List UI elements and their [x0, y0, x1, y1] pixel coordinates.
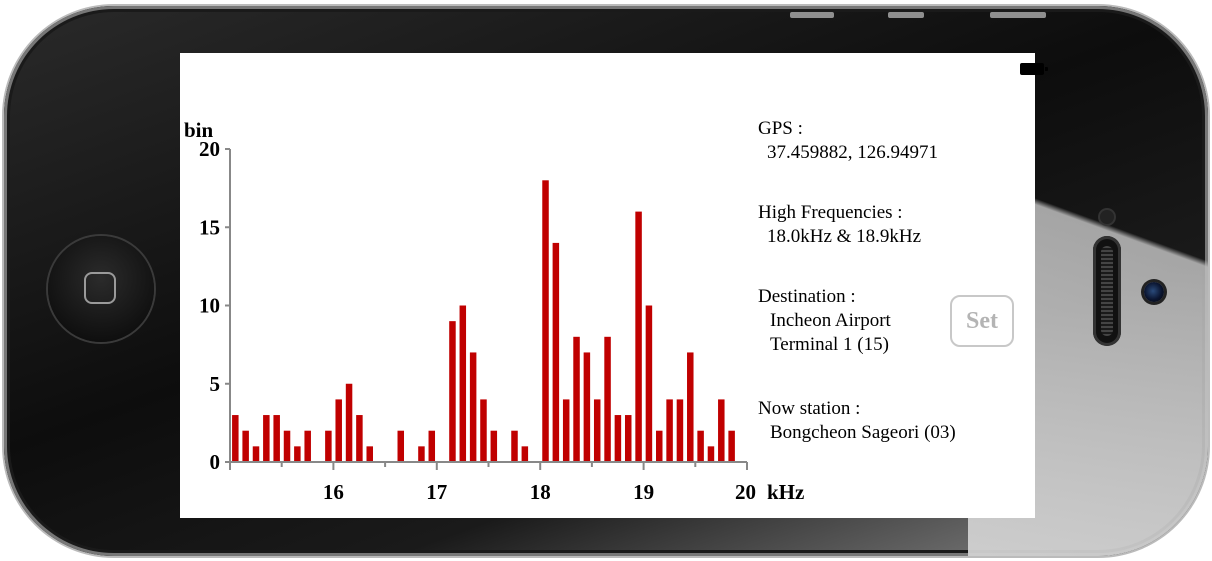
- histogram-bar: [542, 180, 549, 463]
- now-station-label: Now station :: [758, 398, 861, 419]
- app-screen: 0 5 10 15 20 16 17 18 19 20 bin kHz GPS : 37.459882…: [180, 53, 1048, 518]
- histogram-bar: [707, 446, 715, 462]
- histogram-bar: [676, 399, 684, 462]
- histogram-bar: [624, 415, 632, 462]
- histogram-bar: [511, 430, 518, 462]
- histogram-bar: [459, 305, 467, 462]
- frequency-value: 18.0kHz & 18.9kHz: [767, 226, 922, 247]
- gps-info: GPS : 37.459882, 126.94971: [758, 117, 938, 165]
- frequency-info: High Frequencies : 18.0kHz & 18.9kHz: [758, 201, 921, 249]
- front-camera: [1144, 282, 1164, 302]
- x-tick-label: 19: [633, 480, 654, 504]
- histogram-bar: [697, 430, 704, 462]
- now-station-value: Bongcheon Sageori (03): [770, 422, 956, 443]
- home-square-icon: [84, 272, 116, 304]
- histogram-bar: [397, 430, 405, 462]
- gps-value: 37.459882, 126.94971: [767, 142, 938, 163]
- histogram-bar: [335, 399, 342, 462]
- histogram-bar: [304, 430, 311, 462]
- frequency-label: High Frequencies :: [758, 202, 903, 223]
- now-station-info: Now station : Bongcheon Sageori (03): [758, 397, 956, 445]
- y-axis-label: bin: [184, 118, 214, 142]
- power-button: [990, 12, 1046, 18]
- histogram-bar: [283, 430, 291, 462]
- histogram-bar: [552, 242, 560, 462]
- frequency-histogram: 0510152016 17 18 19 20binkHz: [184, 118, 804, 504]
- x-tick-label: 17: [426, 480, 447, 504]
- histogram-bar: [573, 336, 580, 462]
- set-destination-button[interactable]: Set: [950, 295, 1014, 347]
- histogram-bar: [366, 446, 373, 462]
- x-tick-label: 16: [323, 480, 344, 504]
- histogram-bar: [345, 383, 353, 462]
- histogram-bar: [232, 415, 239, 462]
- proximity-sensor: [1100, 210, 1114, 224]
- histogram-bar: [325, 430, 332, 462]
- histogram-bar: [521, 446, 529, 462]
- histogram-bar: [604, 336, 611, 462]
- histogram-bar: [480, 399, 487, 462]
- histogram-bar: [687, 352, 694, 462]
- histogram-bar: [656, 430, 663, 462]
- y-tick-label: 15: [199, 215, 220, 239]
- histogram-bar: [635, 211, 642, 462]
- histogram-bar: [645, 305, 653, 462]
- volume-up-button: [790, 12, 834, 18]
- destination-line-1: Incheon Airport: [770, 310, 891, 331]
- histogram-bar: [252, 446, 260, 462]
- destination-info: Destination : Incheon Airport Terminal 1…: [758, 285, 891, 357]
- destination-line-2: Terminal 1 (15): [770, 334, 889, 355]
- histogram-bar: [294, 446, 301, 462]
- histogram-bar: [242, 430, 249, 462]
- x-tick-label: 18: [530, 480, 551, 504]
- histogram-bar: [593, 399, 601, 462]
- histogram-bar: [562, 399, 570, 462]
- histogram-bar: [718, 399, 725, 462]
- volume-down-button: [888, 12, 924, 18]
- histogram-bar: [418, 446, 425, 462]
- histogram-bar: [273, 415, 280, 462]
- x-axis-label: kHz: [767, 480, 804, 504]
- histogram-bar: [449, 321, 456, 462]
- histogram-bar: [666, 399, 673, 462]
- histogram-bar: [263, 415, 270, 462]
- histogram-bar: [583, 352, 591, 462]
- home-button[interactable]: [48, 236, 154, 342]
- y-tick-label: 5: [210, 372, 221, 396]
- gps-label: GPS :: [758, 118, 803, 139]
- histogram-bar: [614, 415, 622, 462]
- y-tick-label: 10: [199, 294, 220, 318]
- x-tick-label: 20: [735, 480, 756, 504]
- speaker-grille: [1093, 236, 1121, 346]
- destination-label: Destination :: [758, 286, 856, 307]
- histogram-bar: [490, 430, 498, 462]
- battery-full-icon: [1020, 63, 1048, 75]
- histogram-bar: [728, 430, 735, 462]
- histogram-bar: [428, 430, 436, 462]
- histogram-bar: [469, 352, 477, 462]
- histogram-bar: [356, 415, 363, 462]
- y-tick-label: 0: [210, 450, 221, 474]
